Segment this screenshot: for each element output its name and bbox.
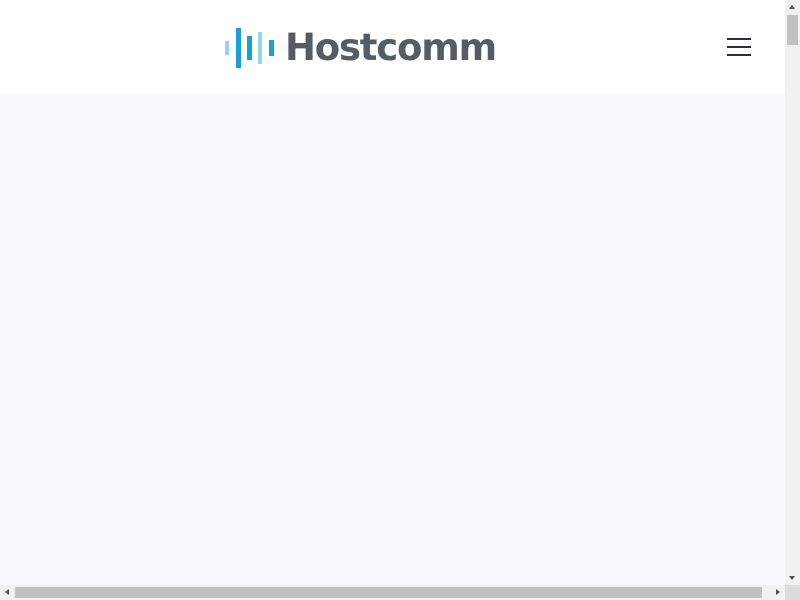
scroll-right-button[interactable]: [770, 585, 785, 600]
arrow-right-icon: [776, 589, 780, 595]
hamburger-menu-icon: [727, 38, 751, 40]
site-header: Hostcomm: [0, 0, 785, 93]
hostcomm-bars-logo-icon: [225, 28, 274, 68]
scroll-left-button[interactable]: [0, 585, 15, 600]
scrollbar-corner: [785, 585, 800, 600]
hamburger-menu-button[interactable]: [723, 33, 755, 61]
arrow-left-icon: [5, 589, 9, 595]
site-logo-link[interactable]: Hostcomm: [224, 26, 497, 70]
hamburger-menu-icon-line: [727, 46, 751, 48]
arrow-down-icon: [789, 576, 795, 580]
scroll-up-button[interactable]: [785, 0, 800, 15]
main-content-area: [0, 93, 785, 585]
hamburger-menu-icon-line: [727, 54, 751, 56]
vertical-scroll-thumb[interactable]: [787, 15, 798, 45]
scroll-down-button[interactable]: [785, 570, 800, 585]
browser-viewport: Hostcomm: [0, 0, 785, 585]
horizontal-scroll-thumb[interactable]: [15, 587, 762, 598]
logo-wordmark: Hostcomm: [285, 26, 497, 69]
arrow-up-icon: [789, 5, 795, 9]
horizontal-scrollbar[interactable]: [0, 585, 785, 600]
vertical-scrollbar[interactable]: [785, 0, 800, 585]
